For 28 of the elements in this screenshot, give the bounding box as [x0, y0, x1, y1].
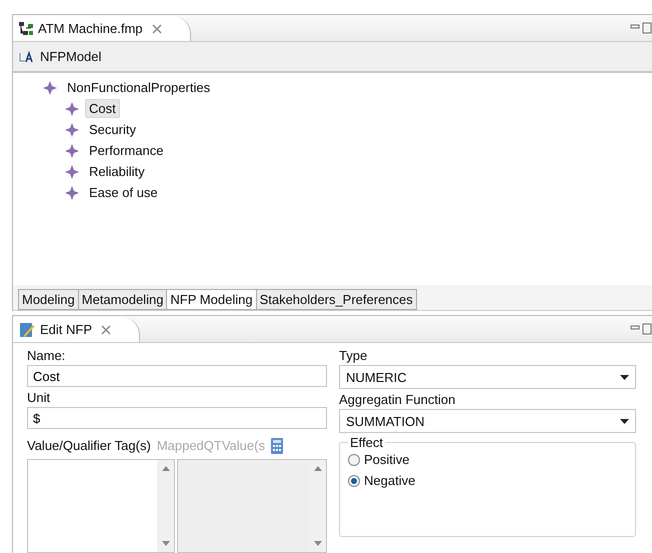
field-label: Value/Qualifier Tag(s): [27, 437, 151, 455]
field-label: Name:: [27, 347, 66, 365]
tab-title: Edit NFP: [40, 322, 92, 337]
tree-item[interactable]: Security: [85, 120, 140, 139]
page-tab[interactable]: Modeling: [18, 289, 79, 310]
page-tab[interactable]: Stakeholders_Preferences: [256, 289, 417, 310]
unit-field[interactable]: $: [27, 407, 327, 429]
page-tab[interactable]: NFP Modeling: [167, 289, 257, 310]
field-label: Unit: [27, 389, 52, 407]
editor-tab[interactable]: ATM Machine.fmp: [13, 16, 191, 41]
tree-item[interactable]: Ease of use: [85, 183, 162, 202]
field-label: Aggregatin Function: [339, 391, 456, 409]
field-label: MappedQTValue(s: [156, 437, 265, 455]
field-label: Type: [339, 347, 368, 365]
tab-title: ATM Machine.fmp: [38, 21, 143, 36]
tree-item[interactable]: Performance: [85, 141, 168, 160]
group-label: Effect: [349, 435, 384, 450]
radio-label: Positive: [364, 452, 410, 467]
tree-item[interactable]: NonFunctionalProperties: [63, 78, 214, 97]
view-tab[interactable]: Edit NFP: [13, 317, 140, 342]
tree-item[interactable]: Reliability: [85, 162, 149, 181]
page-tab[interactable]: Metamodeling: [78, 289, 168, 310]
tree-item[interactable]: Cost: [85, 99, 120, 118]
model-title: NFPModel: [40, 49, 102, 64]
name-field[interactable]: Cost: [27, 365, 327, 387]
type-dropdown[interactable]: NUMERIC: [339, 365, 636, 389]
radio-label: Negative: [364, 473, 416, 488]
aggregation-dropdown[interactable]: SUMMATION: [339, 409, 636, 433]
